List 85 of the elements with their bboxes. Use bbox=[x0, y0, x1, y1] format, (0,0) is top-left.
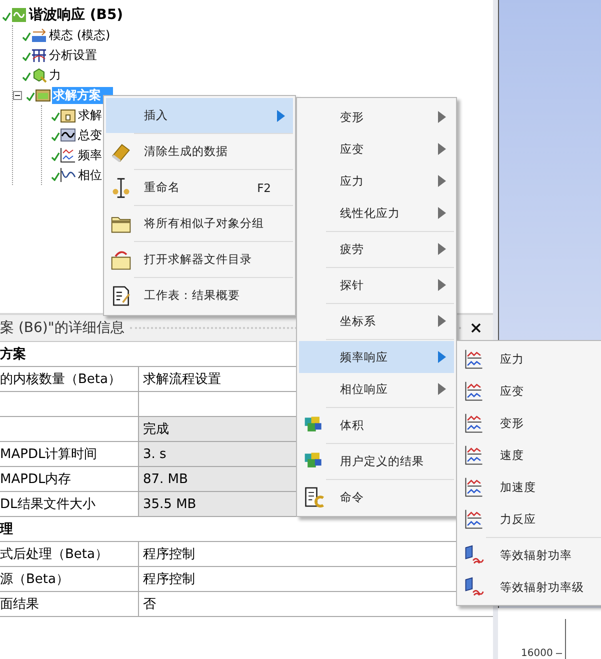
cube-icon bbox=[31, 67, 47, 83]
tree-item[interactable]: 谐波响应 (B5) bbox=[28, 6, 124, 24]
axis-tick-label: 16000 bbox=[521, 648, 553, 659]
close-icon[interactable] bbox=[471, 323, 481, 333]
chart-icon bbox=[463, 444, 485, 466]
chart-icon bbox=[463, 508, 485, 530]
tree-item[interactable]: 相位 bbox=[77, 166, 103, 184]
menu-item[interactable]: 相位响应 bbox=[299, 373, 454, 405]
property-value: 否 bbox=[143, 596, 156, 613]
chart-icon bbox=[463, 380, 485, 402]
property-label: 式后处理（Beta） bbox=[0, 546, 108, 563]
check-icon bbox=[22, 32, 31, 40]
text-cursor-icon bbox=[110, 176, 132, 198]
menu-item[interactable]: 命令 bbox=[299, 481, 454, 513]
tree-item[interactable]: 频率 bbox=[77, 146, 103, 164]
tree-item[interactable]: 求解 bbox=[77, 106, 103, 124]
menu-item[interactable]: 工作表：结果概要 bbox=[106, 278, 293, 313]
check-icon bbox=[51, 152, 60, 160]
folder-icon bbox=[60, 107, 76, 123]
menu-item[interactable]: 探针 bbox=[299, 269, 454, 301]
property-label: 的内核数量（Beta） bbox=[0, 371, 121, 388]
check-icon bbox=[2, 12, 11, 20]
property-value: 87. MB bbox=[143, 472, 188, 486]
chart-icon bbox=[60, 147, 76, 163]
tree-item[interactable]: 模态 (模态) bbox=[48, 26, 112, 44]
menu-item[interactable]: 等效辐射功率 bbox=[459, 539, 601, 571]
property-value: 求解流程设置 bbox=[143, 371, 221, 388]
deformation-icon bbox=[60, 127, 76, 143]
menu-item[interactable]: 应变 bbox=[299, 133, 454, 165]
property-label: MAPDL计算时间 bbox=[0, 446, 98, 463]
curve-icon bbox=[60, 167, 76, 183]
menu-item[interactable]: 等效辐射功率级 bbox=[459, 571, 601, 603]
menu-item[interactable]: 体积 bbox=[299, 409, 454, 441]
property-value: 程序控制 bbox=[143, 546, 195, 563]
menu-item[interactable]: 变形 bbox=[299, 101, 454, 133]
grid-icon bbox=[31, 47, 47, 63]
property-label: 面结果 bbox=[0, 596, 39, 613]
menu-item[interactable]: 频率响应 bbox=[299, 341, 454, 373]
chart-icon bbox=[463, 476, 485, 498]
menu-item[interactable]: 坐标系 bbox=[299, 305, 454, 337]
menu-item[interactable]: 加速度 bbox=[459, 471, 601, 503]
chart-icon bbox=[463, 412, 485, 434]
folder-icon bbox=[35, 87, 51, 103]
panel-icon bbox=[463, 576, 485, 598]
section-header: 理 bbox=[0, 521, 13, 538]
tree-item[interactable]: 总变 bbox=[77, 126, 103, 144]
property-label: DL结果文件大小 bbox=[0, 496, 96, 513]
menu-item[interactable]: 应力 bbox=[299, 165, 454, 197]
panel-icon bbox=[463, 544, 485, 566]
document-icon bbox=[303, 486, 325, 508]
folder-icon bbox=[110, 248, 132, 270]
document-icon bbox=[110, 284, 132, 306]
property-label: MAPDL内存 bbox=[0, 471, 72, 488]
chart-icon bbox=[463, 348, 485, 370]
property-value: 完成 bbox=[143, 421, 169, 438]
menu-item[interactable]: 速度 bbox=[459, 439, 601, 471]
menu-item[interactable]: 将所有相似子对象分组 bbox=[106, 206, 293, 241]
menu-item[interactable]: 重命名 F2 bbox=[106, 170, 293, 205]
menu-item[interactable]: 力反应 bbox=[459, 503, 601, 535]
check-icon bbox=[51, 112, 60, 120]
menu-item[interactable]: 清除生成的数据 bbox=[106, 134, 293, 169]
property-value: 程序控制 bbox=[143, 571, 195, 588]
menu-item[interactable]: 线性化应力 bbox=[299, 197, 454, 229]
section-header: 方案 bbox=[0, 346, 26, 363]
mode-icon bbox=[31, 27, 47, 43]
property-label: 源（Beta） bbox=[0, 571, 69, 588]
tree-item[interactable]: 分析设置 bbox=[48, 46, 98, 64]
property-value: 35.5 MB bbox=[143, 496, 196, 512]
menu-item[interactable]: 用户定义的结果 bbox=[299, 445, 454, 477]
wave-icon bbox=[11, 7, 27, 23]
menu-item[interactable]: 疲劳 bbox=[299, 233, 454, 265]
collapse-toggle[interactable] bbox=[13, 90, 22, 100]
check-icon bbox=[22, 72, 31, 80]
check-icon bbox=[22, 52, 31, 60]
check-icon bbox=[51, 132, 60, 140]
menu-item[interactable]: 变形 bbox=[459, 407, 601, 439]
property-value: 3. s bbox=[143, 446, 166, 462]
check-icon bbox=[26, 92, 35, 100]
menu-item[interactable]: 应变 bbox=[459, 375, 601, 407]
panel-title: 案 (B6)"的详细信息 bbox=[0, 319, 124, 337]
menu-item[interactable]: 打开求解器文件目录 bbox=[106, 242, 293, 277]
menu-item[interactable]: 插入 bbox=[106, 98, 293, 133]
check-icon bbox=[51, 172, 60, 180]
tree-item[interactable]: 力 bbox=[48, 66, 62, 84]
menu-item[interactable]: 应力 bbox=[459, 343, 601, 375]
